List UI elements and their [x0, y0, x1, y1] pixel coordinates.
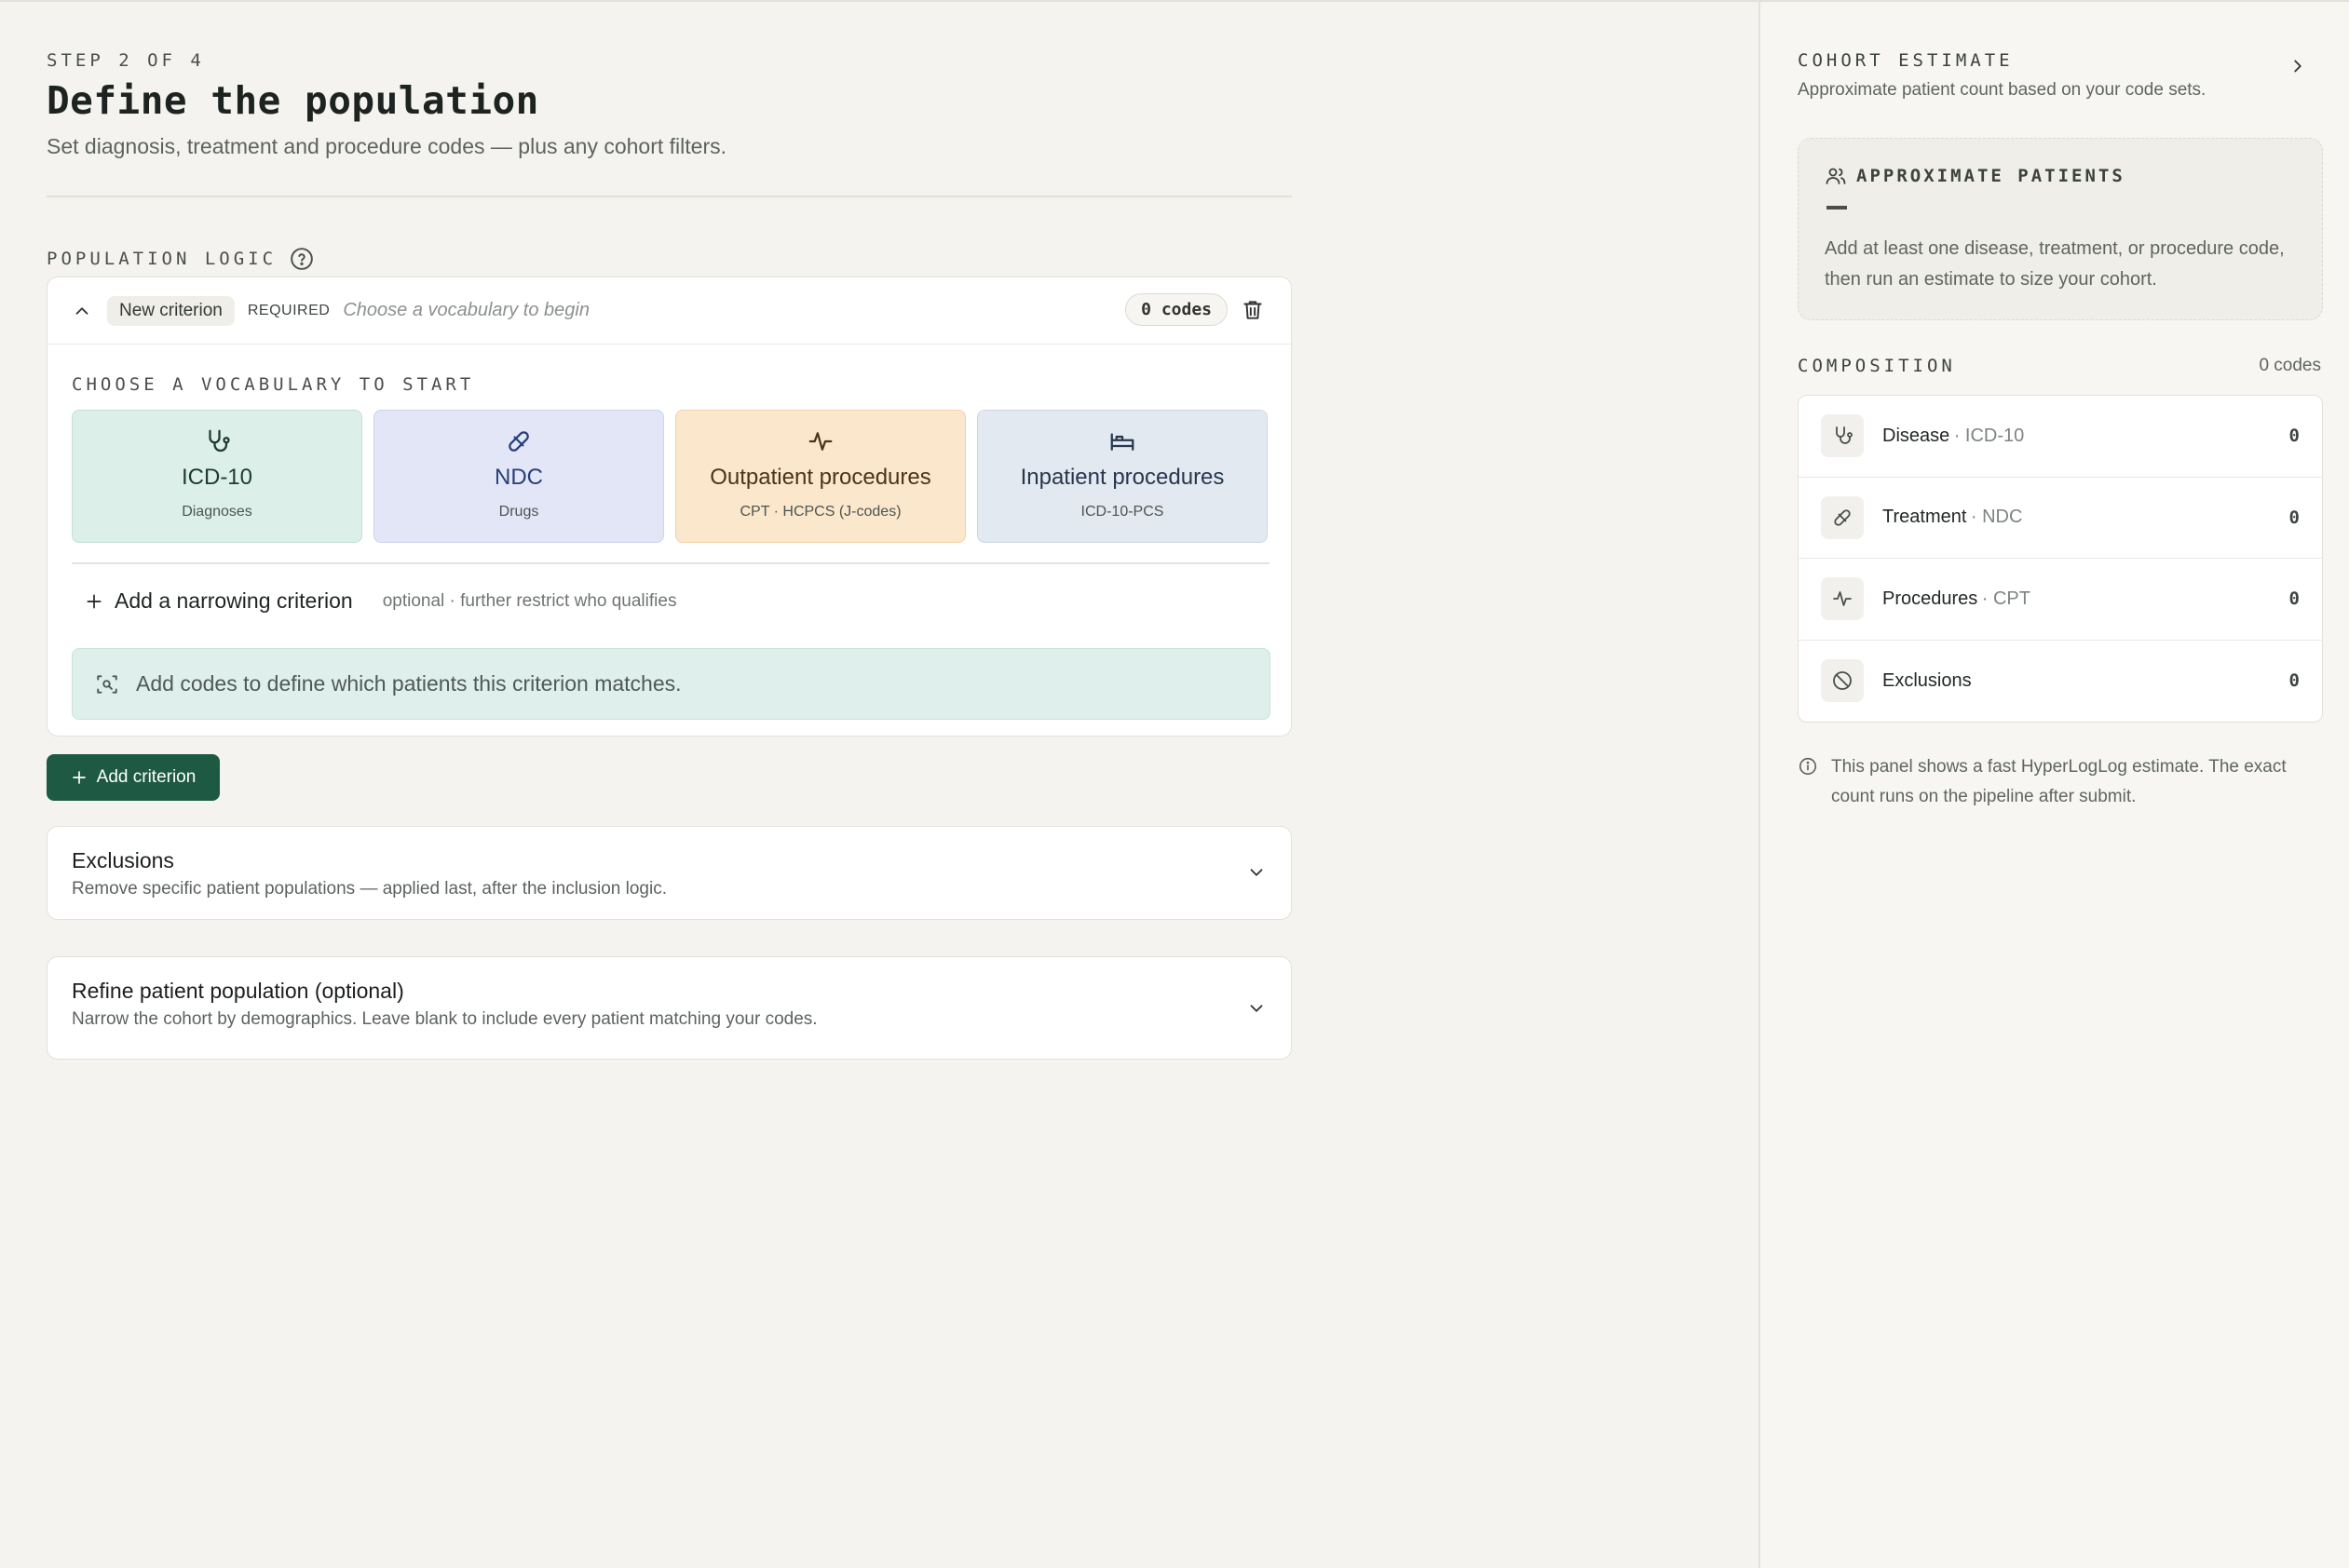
composition-name: Procedures	[1882, 588, 1978, 609]
main-area: STEP 2 OF 4 Define the population Set di…	[0, 0, 1758, 1568]
panel-title: COHORT ESTIMATE	[1798, 50, 2014, 71]
users-icon	[1826, 168, 1846, 184]
vocab-subtitle: Drugs	[498, 504, 539, 520]
approximate-patients-text: Add at least one disease, treatment, or …	[1825, 238, 2285, 290]
narrowing-label: Add a narrowing criterion	[115, 588, 353, 613]
exclusions-section[interactable]: Exclusions Remove specific patient popul…	[47, 826, 1292, 920]
composition-icon-box	[1821, 495, 1864, 539]
codes-count-badge: 0 codes	[1125, 293, 1228, 326]
composition-value: 0	[2288, 426, 2300, 447]
chevron-right-icon[interactable]	[2288, 56, 2308, 76]
narrowing-note: optional · further restrict who qualifie…	[382, 590, 677, 611]
vocab-subtitle: CPT · HCPCS (J-codes)	[740, 504, 902, 520]
composition-icon-box	[1821, 659, 1864, 703]
page-title: Define the population	[47, 78, 539, 123]
add-criterion-label: Add criterion	[96, 767, 197, 787]
composition-row-procedures: Procedures · CPT 0	[1799, 559, 2322, 641]
match-hint-text: Add codes to define which patients this …	[136, 671, 682, 696]
criterion-name[interactable]: New criterion	[107, 295, 235, 326]
page-subtitle: Set diagnosis, treatment and procedure c…	[47, 134, 727, 158]
composition-name: Exclusions	[1882, 669, 1972, 691]
population-logic-text: POPULATION LOGIC	[47, 249, 278, 269]
composition-value: 0	[2288, 507, 2300, 528]
vocab-option-icd10[interactable]: ICD-10 Diagnoses	[72, 410, 362, 543]
composition-name: Treatment	[1882, 507, 1967, 528]
vocab-subtitle: Diagnoses	[182, 504, 252, 520]
vocab-section-label: CHOOSE A VOCABULARY TO START	[72, 374, 475, 395]
composition-vocab: · NDC	[1970, 507, 2023, 528]
composition-vocab: · ICD-10	[1953, 425, 2025, 446]
vocabulary-options: ICD-10 Diagnoses NDC Drugs Outpatient pr…	[72, 410, 1268, 543]
activity-icon	[1833, 591, 1852, 607]
composition-value: 0	[2288, 670, 2300, 692]
composition-row-exclusions: Exclusions 0	[1799, 641, 2322, 723]
population-logic-label: POPULATION LOGIC	[47, 247, 314, 271]
chevron-down-icon[interactable]	[1246, 862, 1267, 883]
add-narrowing-criterion-button[interactable]: Add a narrowing criterion	[85, 588, 353, 614]
approximate-patients-card: APPROXIMATE PATIENTS Add at least one di…	[1798, 138, 2323, 320]
info-icon	[1799, 757, 1817, 776]
composition-row-disease: Disease · ICD-10 0	[1799, 396, 2322, 478]
plus-icon	[72, 771, 86, 784]
exclusions-title: Exclusions	[72, 848, 174, 872]
refine-title: Refine patient population (optional)	[72, 979, 404, 1003]
estimate-note-text: This panel shows a fast HyperLogLog esti…	[1831, 757, 2287, 806]
ban-icon	[1833, 671, 1852, 691]
pill-icon	[1834, 509, 1851, 526]
estimate-placeholder-dash	[1826, 206, 1847, 210]
plus-icon	[87, 594, 102, 608]
approximate-patients-label: APPROXIMATE PATIENTS	[1856, 166, 2125, 186]
vocab-option-outpatient[interactable]: Outpatient procedures CPT · HCPCS (J-cod…	[675, 410, 966, 543]
panel-subtitle: Approximate patient count based on your …	[1798, 80, 2206, 100]
vocab-title: Outpatient procedures	[710, 465, 931, 490]
activity-icon	[808, 432, 833, 451]
help-icon[interactable]	[290, 247, 314, 271]
composition-row-treatment: Treatment · NDC 0	[1799, 478, 2322, 559]
exclusions-subtitle: Remove specific patient populations — ap…	[72, 879, 667, 899]
refine-subtitle: Narrow the cohort by demographics. Leave…	[72, 1009, 818, 1029]
estimate-note: This panel shows a fast HyperLogLog esti…	[1798, 752, 2323, 812]
pill-icon	[509, 431, 529, 452]
composition-icon-box	[1821, 414, 1864, 458]
chevron-down-icon[interactable]	[1246, 998, 1267, 1019]
composition-label: COMPOSITION	[1798, 356, 1956, 376]
add-criterion-button[interactable]: Add criterion	[47, 754, 220, 801]
composition-list: Disease · ICD-10 0 Treatment · NDC 0 Pro…	[1798, 395, 2323, 723]
vocab-title: NDC	[495, 465, 543, 490]
required-tag: REQUIRED	[247, 302, 331, 318]
composition-icon-box	[1821, 577, 1864, 621]
vocab-subtitle: ICD-10-PCS	[1080, 504, 1164, 520]
criterion-match-hint: Add codes to define which patients this …	[72, 648, 1270, 720]
composition-value: 0	[2288, 588, 2300, 610]
vocab-title: Inpatient procedures	[1020, 465, 1225, 490]
divider	[72, 562, 1270, 564]
criterion-header: New criterion REQUIRED Choose a vocabula…	[48, 277, 1291, 345]
refine-population-section[interactable]: Refine patient population (optional) Nar…	[47, 956, 1292, 1060]
trash-icon[interactable]	[1241, 298, 1265, 322]
cohort-estimate-panel: COHORT ESTIMATE Approximate patient coun…	[1758, 0, 2349, 1568]
stethoscope-icon	[209, 429, 230, 453]
narrowing-row: Add a narrowing criterion optional · fur…	[85, 588, 676, 614]
criterion-hint: Choose a vocabulary to begin	[343, 300, 590, 320]
divider	[47, 196, 1292, 197]
criterion-card: New criterion REQUIRED Choose a vocabula…	[47, 277, 1292, 737]
composition-count: 0 codes	[2259, 356, 2321, 375]
bed-icon	[1110, 433, 1134, 451]
scan-search-icon	[97, 674, 117, 694]
vocab-option-ndc[interactable]: NDC Drugs	[373, 410, 664, 543]
stethoscope-icon	[1836, 426, 1853, 445]
vocab-option-inpatient[interactable]: Inpatient procedures ICD-10-PCS	[977, 410, 1268, 543]
composition-vocab: · CPT	[1981, 588, 2030, 609]
vocab-title: ICD-10	[181, 465, 253, 490]
approximate-patients-header: APPROXIMATE PATIENTS	[1825, 165, 2125, 187]
step-indicator: STEP 2 OF 4	[47, 50, 205, 71]
chevron-up-icon[interactable]	[72, 301, 92, 321]
composition-name: Disease	[1882, 425, 1950, 446]
